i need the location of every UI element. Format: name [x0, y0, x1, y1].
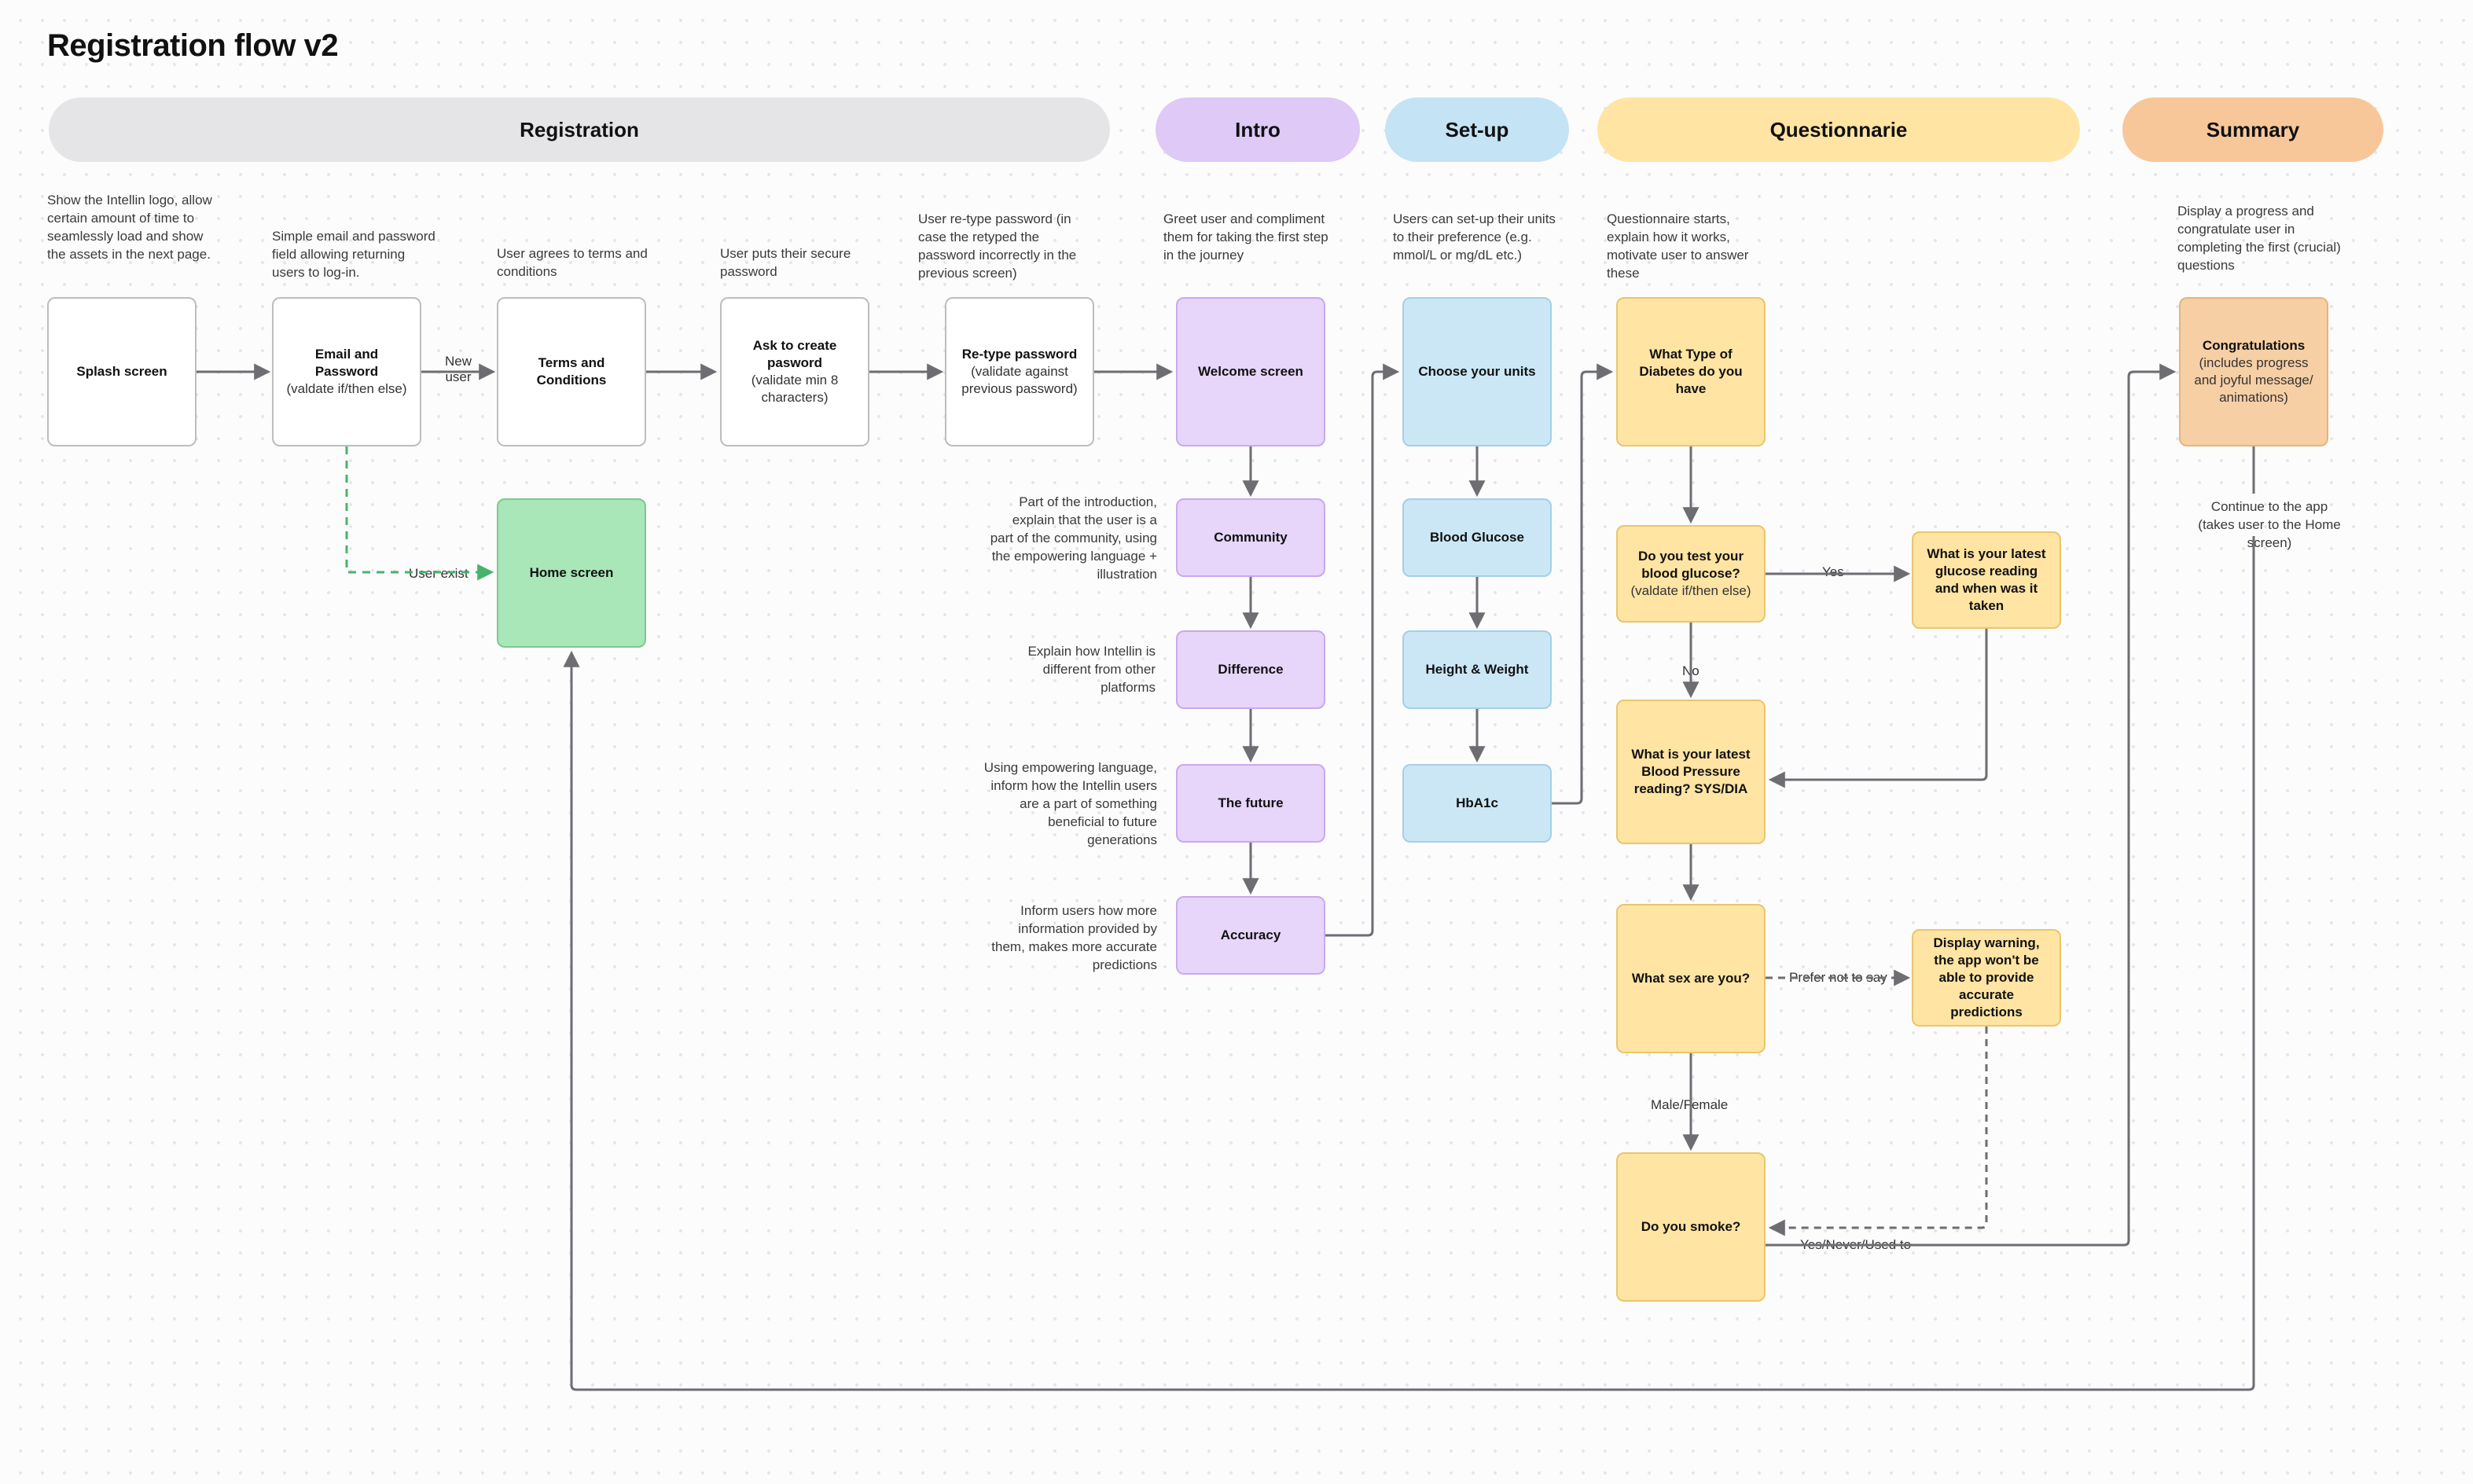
- node-q-glucose-label: What is your latest glucose reading and …: [1924, 545, 2049, 615]
- node-email-password[interactable]: Email and Password (valdate if/then else…: [272, 297, 421, 446]
- section-pill-setup[interactable]: Set-up: [1385, 97, 1569, 162]
- node-congrats[interactable]: Congratulations (includes progress and j…: [2179, 297, 2328, 446]
- node-hba1c-label: HbA1c: [1456, 795, 1498, 812]
- node-future[interactable]: The future: [1176, 764, 1325, 843]
- desc-welcome: Greet user and compliment them for takin…: [1163, 211, 1339, 265]
- node-splash-label: Splash screen: [76, 363, 167, 380]
- node-terms[interactable]: Terms and Conditions: [497, 297, 646, 446]
- page-title: Registration flow v2: [47, 28, 338, 64]
- section-pill-questionnaire[interactable]: Questionnarie: [1597, 97, 2080, 162]
- node-units[interactable]: Choose your units: [1402, 297, 1552, 446]
- desc-community: Part of the introduction, explain that t…: [989, 494, 1157, 584]
- node-difference[interactable]: Difference: [1176, 630, 1325, 709]
- node-q-test-label: Do you test your blood glucose? (valdate…: [1629, 548, 1753, 600]
- desc-future: Using empowering language, inform how th…: [983, 759, 1157, 850]
- node-future-label: The future: [1218, 795, 1283, 812]
- node-q-sex[interactable]: What sex are you?: [1616, 904, 1766, 1053]
- node-q-smoke-label: Do you smoke?: [1641, 1218, 1741, 1236]
- node-welcome[interactable]: Welcome screen: [1176, 297, 1325, 446]
- edge-label-new-user: New user: [445, 354, 472, 385]
- desc-questionnaire: Questionnaire starts, explain how it wor…: [1607, 211, 1764, 283]
- node-q-smoke[interactable]: Do you smoke?: [1616, 1152, 1766, 1302]
- node-retype-password[interactable]: Re-type password (validate against previ…: [945, 297, 1094, 446]
- section-pill-intro[interactable]: Intro: [1156, 97, 1360, 162]
- desc-continue: Continue to the app (takes user to the H…: [2179, 498, 2360, 553]
- node-home-screen[interactable]: Home screen: [497, 498, 646, 648]
- edge-label-user-exist: User exist: [409, 566, 469, 582]
- node-hw-label: Height & Weight: [1426, 661, 1529, 678]
- desc-terms: User agrees to terms and conditions: [497, 245, 662, 281]
- node-q-diabetes-type[interactable]: What Type of Diabetes do you have: [1616, 297, 1766, 446]
- section-pill-registration[interactable]: Registration: [49, 97, 1110, 162]
- edge-label-smoke-out: Yes/Never/Used to: [1800, 1237, 1911, 1253]
- edge-label-male-female: Male/Female: [1651, 1097, 1728, 1113]
- diagram-canvas[interactable]: Registration flow v2 Registration Intro …: [0, 0, 2473, 1484]
- node-accuracy[interactable]: Accuracy: [1176, 896, 1325, 975]
- node-q-bp-label: What is your latest Blood Pressure readi…: [1629, 746, 1753, 798]
- node-q-test-glucose[interactable]: Do you test your blood glucose? (valdate…: [1616, 525, 1766, 623]
- node-units-label: Choose your units: [1418, 363, 1535, 380]
- node-community-label: Community: [1214, 529, 1288, 546]
- node-splash[interactable]: Splash screen: [47, 297, 197, 446]
- node-hba1c[interactable]: HbA1c: [1402, 764, 1552, 843]
- node-retypepwd-label: Re-type password (validate against previ…: [957, 346, 1082, 398]
- node-createpwd-label: Ask to create pasword (validate min 8 ch…: [733, 337, 857, 406]
- node-q-sex-label: What sex are you?: [1632, 970, 1750, 987]
- node-home-label: Home screen: [530, 564, 614, 582]
- node-q-glucose-reading[interactable]: What is your latest glucose reading and …: [1912, 531, 2061, 629]
- desc-accuracy: Inform users how more information provid…: [989, 902, 1157, 975]
- node-emailpwd-label: Email and Password (valdate if/then else…: [285, 346, 409, 398]
- node-q-warning[interactable]: Display warning, the app won't be able t…: [1912, 929, 2061, 1027]
- node-height-weight[interactable]: Height & Weight: [1402, 630, 1552, 709]
- desc-difference: Explain how Intellin is different from o…: [998, 643, 1156, 697]
- node-difference-label: Difference: [1218, 661, 1283, 678]
- node-accuracy-label: Accuracy: [1221, 927, 1281, 944]
- edge-label-yes: Yes: [1822, 564, 1844, 580]
- edge-label-prefer-not: Prefer not to say: [1789, 970, 1887, 986]
- node-create-password[interactable]: Ask to create pasword (validate min 8 ch…: [720, 297, 869, 446]
- node-blood-glucose[interactable]: Blood Glucose: [1402, 498, 1552, 577]
- node-welcome-label: Welcome screen: [1198, 363, 1303, 380]
- node-q-warn-label: Display warning, the app won't be able t…: [1924, 935, 2049, 1021]
- desc-retypepwd: User re-type password (in case the retyp…: [918, 211, 1083, 283]
- edge-label-no: No: [1682, 663, 1699, 679]
- node-community[interactable]: Community: [1176, 498, 1325, 577]
- desc-splash: Show the Intellin logo, allow certain am…: [47, 192, 212, 264]
- desc-setup: Users can set-up their units to their pr…: [1393, 211, 1569, 265]
- desc-emailpwd: Simple email and password field allowing…: [272, 228, 437, 282]
- section-pill-summary[interactable]: Summary: [2122, 97, 2383, 162]
- desc-summary: Display a progress and congratulate user…: [2177, 203, 2358, 275]
- node-q-blood-pressure[interactable]: What is your latest Blood Pressure readi…: [1616, 700, 1766, 844]
- node-glucose-label: Blood Glucose: [1430, 529, 1524, 546]
- desc-createpwd: User puts their secure password: [720, 245, 885, 281]
- node-q-type-label: What Type of Diabetes do you have: [1629, 346, 1753, 398]
- node-terms-label: Terms and Conditions: [509, 354, 634, 389]
- node-congrats-label: Congratulations (includes progress and j…: [2192, 337, 2316, 406]
